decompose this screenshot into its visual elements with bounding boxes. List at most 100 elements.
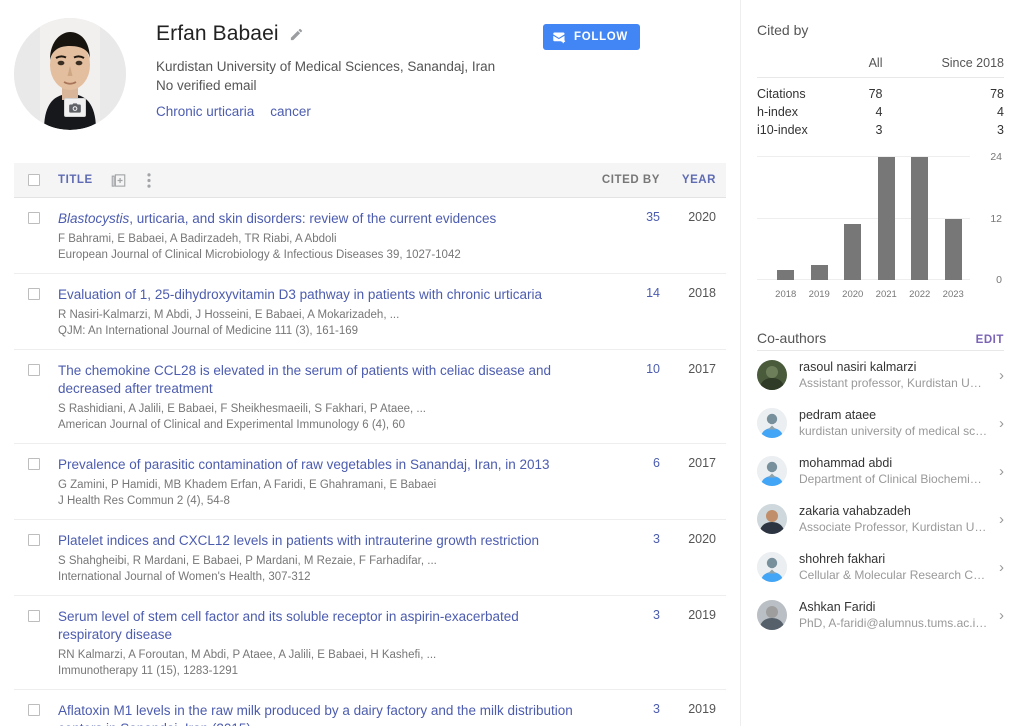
scholar-profile-page: Erfan Babaei Kurdistan University of Med… <box>0 0 1024 726</box>
article-cited-by-link[interactable]: 3 <box>588 608 660 679</box>
chart-y-tick-label: 24 <box>990 151 1002 163</box>
article-cited-by-link[interactable]: 6 <box>588 456 660 509</box>
citation-metrics-table: All Since 2018 Citations 78 78 h-index 4 4 i10… <box>757 51 1004 139</box>
metrics-header-since: Since 2018 <box>882 51 1004 78</box>
row-checkbox[interactable] <box>28 288 40 300</box>
citations-per-year-chart: 2018 2019 2020 2021 2022 2023 0 12 24 <box>757 151 1004 302</box>
article-title-link[interactable]: Platelet indices and CXCL12 levels in pa… <box>58 532 576 550</box>
cited-by-panel-header: Cited by <box>757 22 1004 38</box>
select-all-checkbox[interactable] <box>28 174 40 186</box>
chevron-right-icon[interactable]: › <box>991 511 1004 528</box>
profile-info: Erfan Babaei Kurdistan University of Med… <box>156 18 495 130</box>
article-authors: R Nasiri-Kalmarzi, M Abdi, J Hosseini, E… <box>58 309 400 321</box>
table-row: Prevalence of parasitic contamination of… <box>14 444 726 520</box>
chevron-right-icon[interactable]: › <box>991 463 1004 480</box>
row-checkbox[interactable] <box>28 212 40 224</box>
chevron-right-icon[interactable]: › <box>991 415 1004 432</box>
table-row: Evaluation of 1, 25-dihydroxyvitamin D3 … <box>14 274 726 350</box>
chart-x-tick-label: 2018 <box>775 289 797 300</box>
page-title: Erfan Babaei <box>156 22 279 45</box>
add-to-library-icon[interactable] <box>109 170 129 190</box>
chart-bar[interactable] <box>844 223 862 280</box>
sidebar-column: Cited by All Since 2018 Citations 78 78 h-i… <box>740 0 1024 726</box>
coauthor-text: mohammad abdi Department of Clinical Bioc… <box>799 455 991 487</box>
article-title-link[interactable]: Blastocystis, urticaria, and skin disord… <box>58 210 576 228</box>
articles-table-header: TITLE CITED BY YEAR <box>14 163 726 198</box>
table-row: Blastocystis, urticaria, and skin disord… <box>14 198 726 274</box>
coauthor-name: mohammad abdi <box>799 456 893 470</box>
article-cited-by-link[interactable]: 3 <box>588 532 660 585</box>
row-checkbox[interactable] <box>28 458 40 470</box>
metric-label: h-index <box>757 105 798 119</box>
article-title-link[interactable]: Aflatoxin M1 levels in the raw milk prod… <box>58 702 576 726</box>
coauthor-item[interactable]: Ashkan Faridi PhD, A-faridi@alumnus.tums.… <box>757 591 1004 639</box>
article-venue: European Journal of Clinical Microbiolog… <box>58 249 461 261</box>
metric-row: Citations 78 78 <box>757 78 1004 104</box>
article-cited-by-link[interactable]: 14 <box>588 286 660 339</box>
chevron-right-icon[interactable]: › <box>991 559 1004 576</box>
coauthor-text: Ashkan Faridi PhD, A-faridi@alumnus.tums.… <box>799 599 991 631</box>
article-year: 2019 <box>688 702 716 716</box>
column-header-title[interactable]: TITLE <box>58 174 93 186</box>
envelope-plus-icon <box>553 32 566 43</box>
row-checkbox[interactable] <box>28 364 40 376</box>
column-header-year[interactable]: YEAR <box>660 174 716 186</box>
coauthor-text: rasoul nasiri kalmarzi Assistant professo… <box>799 359 991 391</box>
chart-bars <box>769 157 970 280</box>
coauthor-item[interactable]: mohammad abdi Department of Clinical Bioc… <box>757 447 1004 495</box>
article-cited-by-link[interactable]: 3 <box>588 702 660 726</box>
coauthor-affiliation: PhD, A-faridi@alumnus.tums.ac.i… <box>799 616 988 630</box>
chart-x-tick-label: 2022 <box>909 289 931 300</box>
chart-bar-slot <box>769 157 803 280</box>
chart-bar[interactable] <box>777 269 795 280</box>
interest-link-1[interactable]: cancer <box>270 104 311 119</box>
column-header-cited-by[interactable]: CITED BY <box>588 174 660 186</box>
profile-name-row: Erfan Babaei <box>156 22 495 46</box>
chart-bar-slot <box>903 157 937 280</box>
chart-x-labels: 2018 2019 2020 2021 2022 2023 <box>769 289 970 300</box>
metrics-blank-header <box>757 51 856 78</box>
table-row: Serum level of stem cell factor and its … <box>14 596 726 690</box>
article-year: 2019 <box>688 608 716 622</box>
metric-since: 4 <box>997 105 1004 119</box>
article-main: The chemokine CCL28 is elevated in the s… <box>58 362 588 433</box>
articles-rows: Blastocystis, urticaria, and skin disord… <box>14 198 726 726</box>
chevron-right-icon[interactable]: › <box>991 367 1004 384</box>
chart-bar[interactable] <box>810 264 828 280</box>
avatar <box>757 456 787 486</box>
article-title-link[interactable]: Serum level of stem cell factor and its … <box>58 608 576 644</box>
chart-bar[interactable] <box>944 218 962 280</box>
articles-table: TITLE CITED BY YEAR Blastocystis, urtica… <box>14 163 726 726</box>
interest-link-0[interactable]: Chronic urticaria <box>156 104 254 119</box>
metric-label: Citations <box>757 87 806 101</box>
coauthor-affiliation: kurdistan university of medical sc… <box>799 424 988 438</box>
chart-bar[interactable] <box>911 157 929 280</box>
article-cited-by-link[interactable]: 35 <box>588 210 660 263</box>
article-cited-by-link[interactable]: 10 <box>588 362 660 433</box>
coauthor-item[interactable]: shohreh fakhari Cellular & Molecular Rese… <box>757 543 1004 591</box>
row-checkbox[interactable] <box>28 610 40 622</box>
chart-x-tick-label: 2021 <box>875 289 897 300</box>
article-venue: Immunotherapy 11 (15), 1283-1291 <box>58 665 239 677</box>
metric-all: 3 <box>875 123 883 137</box>
chevron-right-icon[interactable]: › <box>991 607 1004 624</box>
camera-plus-icon[interactable] <box>64 98 86 117</box>
more-vertical-icon[interactable] <box>139 170 159 190</box>
coauthor-affiliation: Department of Clinical Biochemi… <box>799 472 982 486</box>
article-title-link[interactable]: The chemokine CCL28 is elevated in the s… <box>58 362 576 398</box>
row-checkbox[interactable] <box>28 704 40 716</box>
avatar <box>757 600 787 630</box>
avatar-wrapper[interactable] <box>14 18 126 130</box>
follow-button[interactable]: FOLLOW <box>542 24 640 50</box>
row-checkbox[interactable] <box>28 534 40 546</box>
coauthor-item[interactable]: pedram ataee kurdistan university of medi… <box>757 399 1004 447</box>
metric-all: 78 <box>868 87 883 101</box>
coauthors-edit-link[interactable]: EDIT <box>976 334 1004 346</box>
coauthor-item[interactable]: zakaria vahabzadeh Associate Professor, K… <box>757 495 1004 543</box>
coauthor-item[interactable]: rasoul nasiri kalmarzi Assistant professo… <box>757 351 1004 399</box>
article-title-link[interactable]: Prevalence of parasitic contamination of… <box>58 456 576 474</box>
table-row: The chemokine CCL28 is elevated in the s… <box>14 350 726 444</box>
chart-bar[interactable] <box>877 157 895 280</box>
pencil-icon[interactable] <box>289 27 304 42</box>
article-title-link[interactable]: Evaluation of 1, 25-dihydroxyvitamin D3 … <box>58 286 576 304</box>
